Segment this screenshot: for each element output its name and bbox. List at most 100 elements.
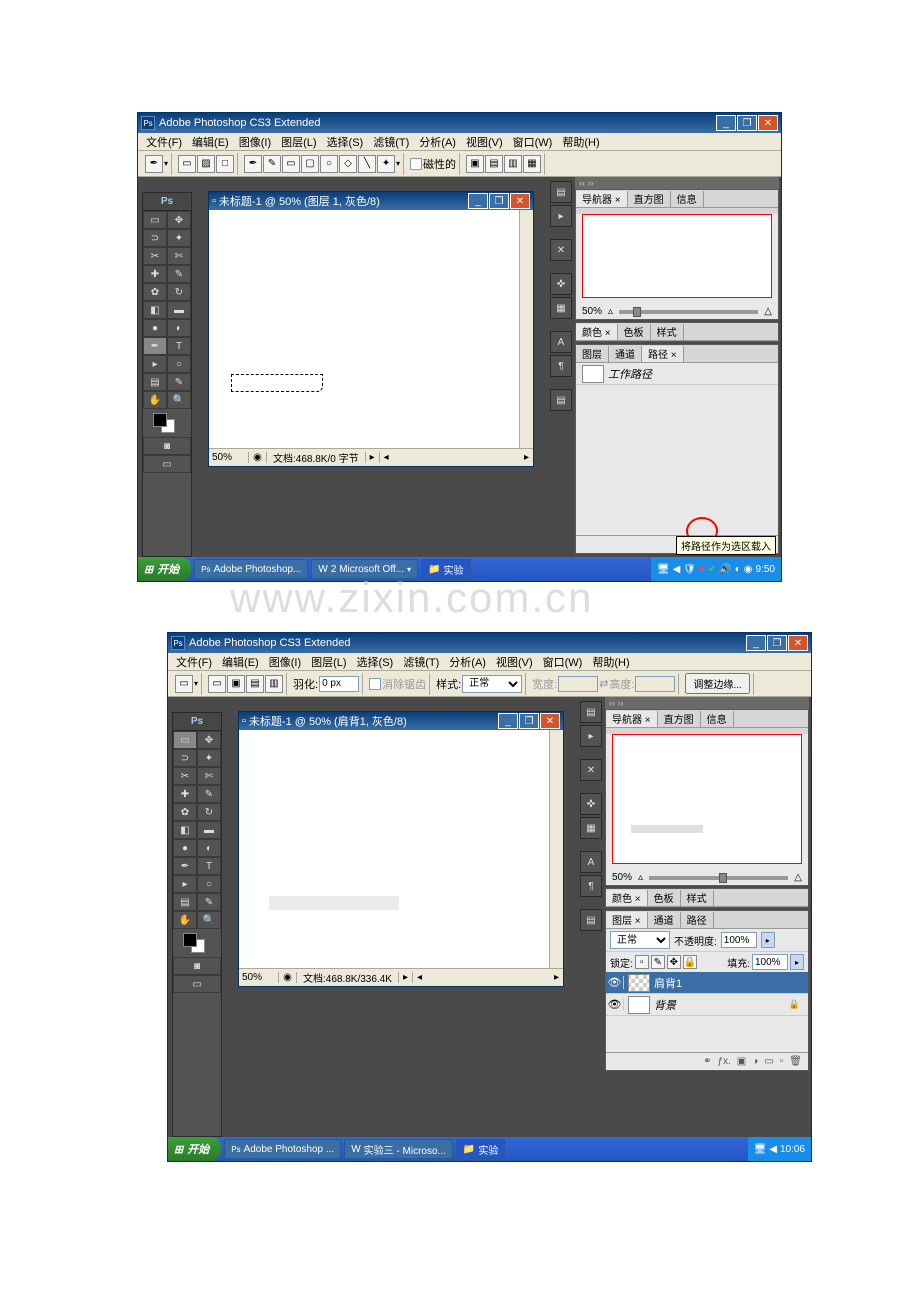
styles-tab[interactable]: 样式 bbox=[651, 324, 684, 340]
gradient-tool[interactable]: ▬ bbox=[167, 301, 191, 319]
canvas-close-button[interactable]: ✕ bbox=[510, 193, 530, 209]
swap-icon[interactable]: ⇄ bbox=[599, 677, 608, 690]
menu-filter[interactable]: 滤镜(T) bbox=[369, 134, 413, 150]
eraser-tool[interactable]: ◧ bbox=[143, 301, 167, 319]
marquee-preset-icon[interactable]: ▭ bbox=[175, 675, 193, 693]
menu-view[interactable]: 视图(V) bbox=[462, 134, 507, 150]
zoom-slider[interactable] bbox=[619, 310, 758, 314]
heal-tool[interactable]: ✚ bbox=[173, 785, 197, 803]
quickmask-tool[interactable]: ◙ bbox=[173, 957, 221, 975]
eyedropper-tool[interactable]: ✎ bbox=[167, 373, 191, 391]
lock-trans-icon[interactable]: ▫ bbox=[635, 955, 649, 969]
canvas-min-button[interactable]: _ bbox=[468, 193, 488, 209]
height-input[interactable] bbox=[635, 676, 675, 692]
path-select-tool[interactable]: ▸ bbox=[143, 355, 167, 373]
visibility-icon[interactable]: 👁 bbox=[606, 976, 624, 989]
notes-tool[interactable]: ▤ bbox=[173, 893, 197, 911]
zoom-in-icon[interactable]: △ bbox=[764, 306, 772, 317]
type-tool[interactable]: T bbox=[197, 857, 221, 875]
navigator-preview[interactable] bbox=[612, 734, 802, 864]
nav-zoom-value[interactable]: 50% bbox=[612, 872, 632, 883]
color-swatches[interactable] bbox=[173, 929, 221, 957]
path-select-tool[interactable]: ▸ bbox=[173, 875, 197, 893]
blend-mode-select[interactable]: 正常 bbox=[610, 931, 670, 949]
notes-tool[interactable]: ▤ bbox=[143, 373, 167, 391]
dock-btn-8[interactable]: ▤ bbox=[580, 909, 602, 931]
tray-icon-1[interactable]: 🖥 bbox=[657, 564, 670, 575]
marquee-tool[interactable]: ▭ bbox=[173, 731, 197, 749]
menu-image[interactable]: 图像(I) bbox=[235, 134, 275, 150]
menu-analysis[interactable]: 分析(A) bbox=[415, 134, 460, 150]
work-path-row[interactable]: 工作路径 bbox=[576, 363, 778, 385]
menu-view[interactable]: 视图(V) bbox=[492, 654, 537, 670]
line-shape-icon[interactable]: ╲ bbox=[358, 155, 376, 173]
paths-tab[interactable]: 路径 bbox=[681, 912, 714, 928]
rounded-rect-icon[interactable]: ▢ bbox=[301, 155, 319, 173]
navigator-tab[interactable]: 导航器 × bbox=[606, 711, 658, 727]
scrollbar-v[interactable] bbox=[549, 730, 563, 968]
brush-tool[interactable]: ✎ bbox=[167, 265, 191, 283]
layers-tab[interactable]: 图层 bbox=[576, 346, 609, 362]
paths-tab[interactable]: 路径 × bbox=[642, 346, 684, 362]
eraser-tool[interactable]: ◧ bbox=[173, 821, 197, 839]
tray-icon-8[interactable]: ◉ bbox=[744, 564, 753, 575]
new-sel-icon[interactable]: ▭ bbox=[208, 675, 226, 693]
menu-window[interactable]: 窗口(W) bbox=[539, 654, 587, 670]
tray-icon-2[interactable]: ◀ bbox=[769, 1144, 777, 1155]
polygon-shape-icon[interactable]: ◇ bbox=[339, 155, 357, 173]
feather-input[interactable] bbox=[319, 676, 359, 692]
maximize-button[interactable]: ❐ bbox=[737, 115, 757, 131]
layer-row-bg[interactable]: 👁 背景 🔒 bbox=[606, 994, 808, 1016]
heal-tool[interactable]: ✚ bbox=[143, 265, 167, 283]
menu-image[interactable]: 图像(I) bbox=[265, 654, 305, 670]
status-scroll-left[interactable]: ◂ bbox=[412, 972, 426, 983]
dock-btn-8[interactable]: ▤ bbox=[550, 389, 572, 411]
shape-layers-icon[interactable]: ▭ bbox=[178, 155, 196, 173]
hand-tool[interactable]: ✋ bbox=[173, 911, 197, 929]
wand-tool[interactable]: ✦ bbox=[167, 229, 191, 247]
menu-layer[interactable]: 图层(L) bbox=[307, 654, 350, 670]
brush-tool[interactable]: ✎ bbox=[197, 785, 221, 803]
path-exclude-icon[interactable]: ▦ bbox=[523, 155, 541, 173]
color-tab[interactable]: 颜色 × bbox=[606, 890, 648, 906]
dodge-tool[interactable]: ◐ bbox=[197, 839, 221, 857]
add-sel-icon[interactable]: ▣ bbox=[227, 675, 245, 693]
antialias-checkbox[interactable] bbox=[369, 678, 381, 690]
magnetic-checkbox[interactable] bbox=[410, 158, 422, 170]
maximize-button[interactable]: ❐ bbox=[767, 635, 787, 651]
dock-btn-3[interactable]: ✕ bbox=[550, 239, 572, 261]
move-tool[interactable]: ✥ bbox=[167, 211, 191, 229]
menu-edit[interactable]: 编辑(E) bbox=[188, 134, 233, 150]
screenmode-tool[interactable]: ▭ bbox=[173, 975, 221, 993]
lock-pixels-icon[interactable]: ✎ bbox=[651, 955, 665, 969]
canvas-min-button[interactable]: _ bbox=[498, 713, 518, 729]
panel-collapse-bar[interactable]: ‹‹ ›› bbox=[605, 697, 809, 709]
status-icon[interactable]: ◉ bbox=[279, 972, 297, 983]
gradient-tool[interactable]: ▬ bbox=[197, 821, 221, 839]
dock-btn-5[interactable]: ▦ bbox=[550, 297, 572, 319]
histogram-tab[interactable]: 直方图 bbox=[628, 191, 671, 207]
dock-btn-7[interactable]: ¶ bbox=[550, 355, 572, 377]
freeform-pen-icon[interactable]: ✎ bbox=[263, 155, 281, 173]
tray-icon-5[interactable]: ✔ bbox=[708, 564, 716, 575]
dock-btn-3[interactable]: ✕ bbox=[580, 759, 602, 781]
ellipse-shape-icon[interactable]: ○ bbox=[320, 155, 338, 173]
fill-arrow-icon[interactable]: ▸ bbox=[790, 954, 804, 970]
dock-btn-4[interactable]: ✜ bbox=[550, 273, 572, 295]
style-select[interactable]: 正常 bbox=[462, 675, 522, 693]
tray-icon-4[interactable]: ♥ bbox=[699, 564, 705, 575]
tray-icon-2[interactable]: ◀ bbox=[673, 564, 681, 575]
swatches-tab[interactable]: 色板 bbox=[648, 890, 681, 906]
canvas-close-button[interactable]: ✕ bbox=[540, 713, 560, 729]
canvas[interactable] bbox=[209, 210, 533, 448]
menu-file[interactable]: 文件(F) bbox=[172, 654, 216, 670]
pen-tool[interactable]: ✒ bbox=[173, 857, 197, 875]
history-brush-tool[interactable]: ↻ bbox=[167, 283, 191, 301]
dock-btn-2[interactable]: ▸ bbox=[580, 725, 602, 747]
menu-file[interactable]: 文件(F) bbox=[142, 134, 186, 150]
int-sel-icon[interactable]: ▥ bbox=[265, 675, 283, 693]
status-arrow-icon[interactable]: ▸ bbox=[398, 972, 412, 983]
fx-icon[interactable]: ƒx. bbox=[717, 1056, 730, 1067]
start-button[interactable]: ⊞ 开始 bbox=[138, 557, 191, 581]
status-scroll-right[interactable]: ▸ bbox=[550, 972, 563, 983]
